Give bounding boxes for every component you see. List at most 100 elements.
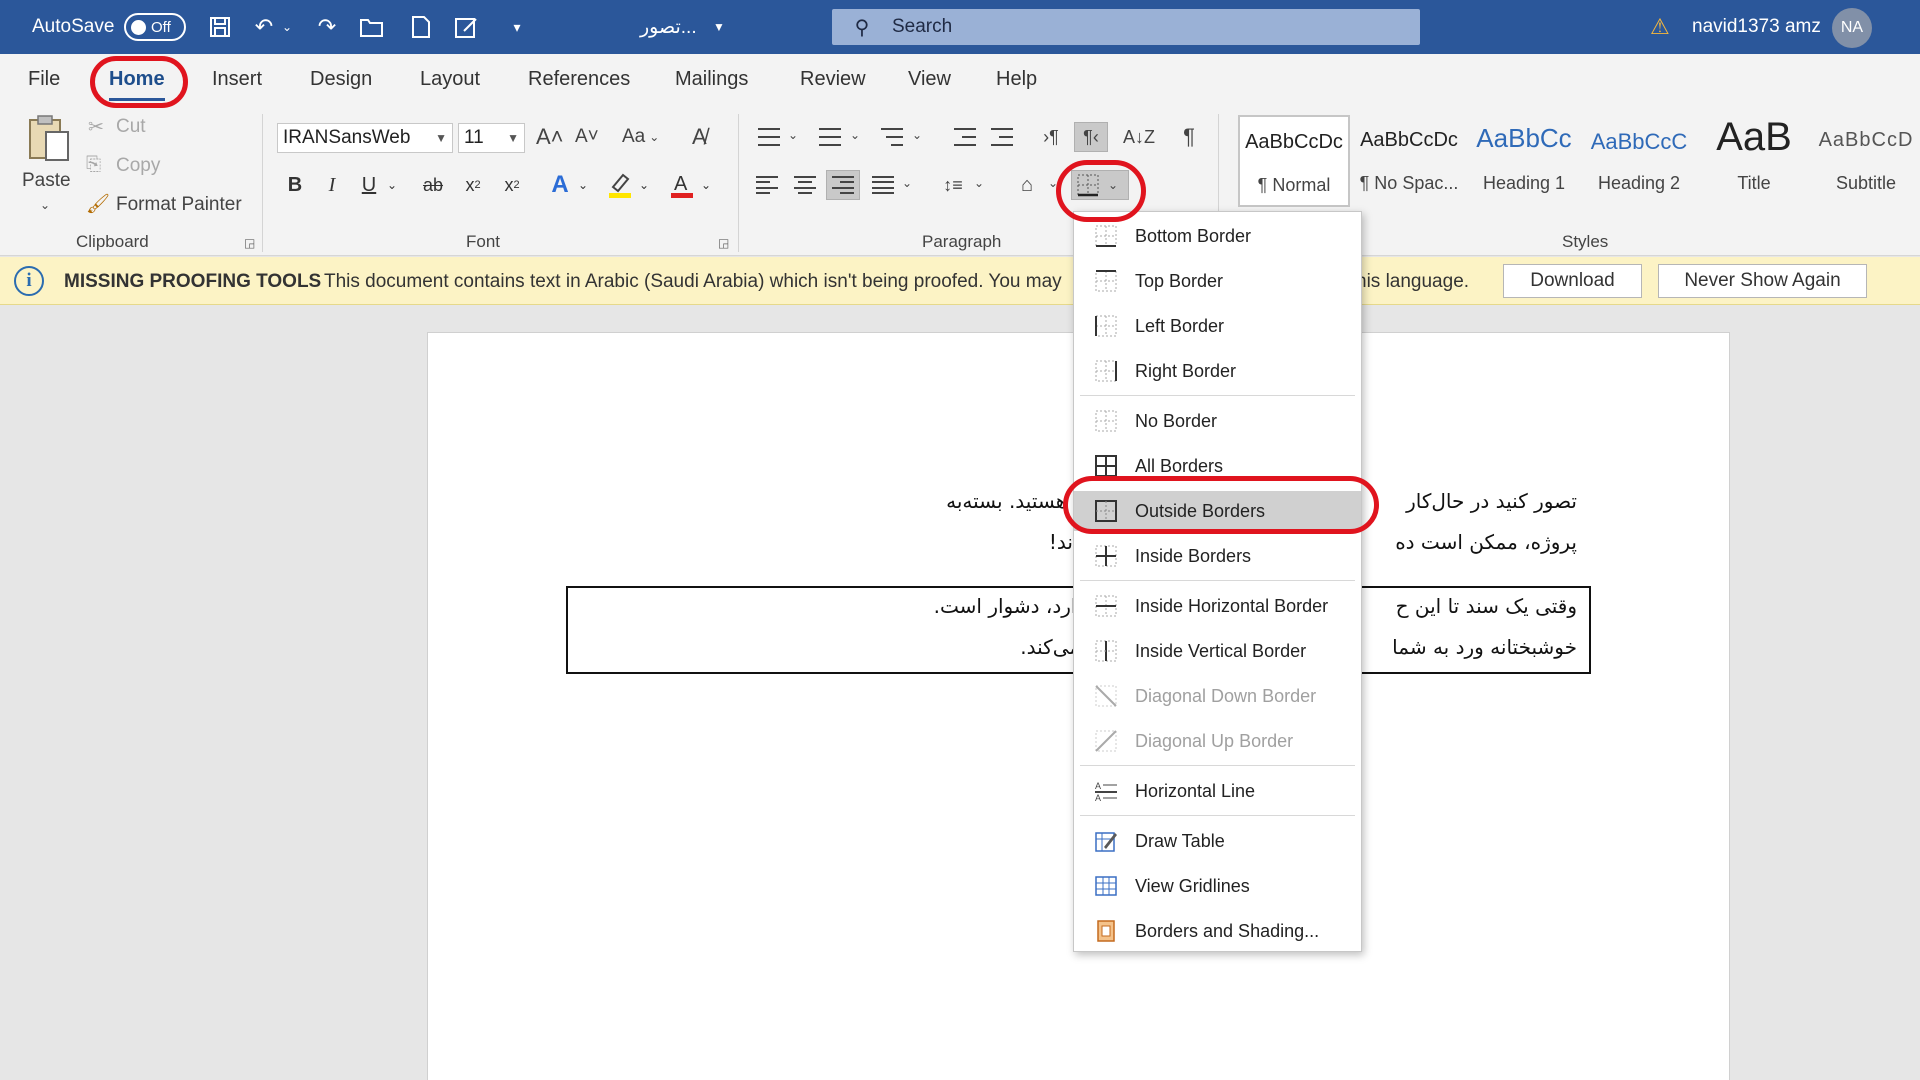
subscript-icon[interactable]: x2 xyxy=(458,170,488,200)
menu-item-inside-borders[interactable]: Inside Borders xyxy=(1074,536,1361,576)
style-subtitle[interactable]: AaBbCcD Subtitle xyxy=(1812,115,1920,207)
menu-item-diagonal-up-border[interactable]: Diagonal Up Border xyxy=(1074,721,1361,761)
tab-help[interactable]: Help xyxy=(996,68,1037,91)
align-left-icon[interactable] xyxy=(750,170,784,200)
change-case-button[interactable]: Aa ⌄ xyxy=(622,126,659,148)
search-input[interactable]: ⚲ Search xyxy=(832,9,1420,45)
text-effects-icon[interactable]: A xyxy=(545,170,575,200)
customize-toolbar-icon[interactable]: ▾ xyxy=(502,13,532,41)
menu-item-diagonal-down-border[interactable]: Diagonal Down Border xyxy=(1074,676,1361,716)
menu-item-view-gridlines[interactable]: View Gridlines xyxy=(1074,866,1361,906)
style-no-spacing[interactable]: AaBbCcDc ¶ No Spac... xyxy=(1353,115,1465,207)
align-right-icon[interactable] xyxy=(826,170,860,200)
justify-icon[interactable] xyxy=(866,170,900,200)
decrease-indent-icon[interactable] xyxy=(948,122,982,152)
numbering-dropdown-icon[interactable]: ⌄ xyxy=(850,128,860,142)
style-preview: AaBbCcDc xyxy=(1360,129,1458,151)
bold-icon[interactable]: B xyxy=(280,170,310,200)
never-show-again-button[interactable]: Never Show Again xyxy=(1658,264,1867,298)
menu-item-label: Draw Table xyxy=(1135,830,1225,851)
menu-item-no-border[interactable]: No Border xyxy=(1074,401,1361,441)
menu-item-label: Top Border xyxy=(1135,270,1224,291)
line-spacing-dropdown-icon[interactable]: ⌄ xyxy=(974,176,984,190)
menu-item-horizontal-line[interactable]: AA Horizontal Line xyxy=(1074,771,1361,811)
shading-icon[interactable]: ⌂ xyxy=(1010,170,1044,200)
tab-references[interactable]: References xyxy=(528,68,630,91)
multilevel-list-icon[interactable] xyxy=(875,122,909,152)
shrink-font-icon[interactable]: A˅ xyxy=(575,126,599,148)
show-formatting-marks-icon[interactable]: ¶ xyxy=(1172,122,1206,152)
menu-item-inside-horizontal-border[interactable]: Inside Horizontal Border xyxy=(1074,586,1361,626)
font-launcher-icon[interactable]: ◲ xyxy=(718,236,729,250)
new-document-icon[interactable] xyxy=(406,13,436,41)
text-effects-dropdown-icon[interactable]: ⌄ xyxy=(575,170,591,200)
download-button[interactable]: Download xyxy=(1503,264,1642,298)
grow-font-icon[interactable]: A˄ xyxy=(536,124,564,150)
document-title[interactable]: تصور... xyxy=(640,0,697,54)
style-title[interactable]: AaB Title xyxy=(1698,115,1810,207)
clear-formatting-icon[interactable]: A̸ xyxy=(692,124,707,150)
warning-icon[interactable]: ⚠ xyxy=(1650,0,1670,54)
cut-button[interactable]: Cut xyxy=(116,116,146,138)
undo-icon[interactable]: ↶ xyxy=(249,13,279,41)
menu-item-bottom-border[interactable]: Bottom Border xyxy=(1074,216,1361,256)
style-heading-1[interactable]: AaBbCc Heading 1 xyxy=(1468,115,1580,207)
font-color-icon[interactable]: A xyxy=(667,170,697,200)
avatar[interactable]: NA xyxy=(1832,8,1872,48)
clipboard-launcher-icon[interactable]: ◲ xyxy=(244,236,255,250)
format-painter-button[interactable]: Format Painter xyxy=(116,194,242,216)
tab-layout[interactable]: Layout xyxy=(420,68,480,91)
justify-dropdown-icon[interactable]: ⌄ xyxy=(902,176,912,190)
tab-file[interactable]: File xyxy=(28,68,60,91)
user-name[interactable]: navid1373 amz xyxy=(1692,0,1821,54)
multilevel-dropdown-icon[interactable]: ⌄ xyxy=(912,128,922,142)
save-icon[interactable] xyxy=(205,13,235,41)
paste-dropdown-icon[interactable]: ⌄ xyxy=(40,198,50,212)
bullets-icon[interactable] xyxy=(752,122,786,152)
font-color-dropdown-icon[interactable]: ⌄ xyxy=(698,170,714,200)
paste-button[interactable]: Paste xyxy=(22,170,71,192)
underline-icon[interactable]: U xyxy=(354,170,384,200)
style-normal[interactable]: AaBbCcDc ¶ Normal xyxy=(1238,115,1350,207)
font-size-box[interactable]: 11 ▼ xyxy=(458,123,525,153)
ltr-direction-icon[interactable]: ›¶ xyxy=(1034,122,1068,152)
align-center-icon[interactable] xyxy=(788,170,822,200)
edit-document-icon[interactable] xyxy=(452,13,482,41)
style-preview: AaBbCc xyxy=(1476,123,1572,153)
menu-item-left-border[interactable]: Left Border xyxy=(1074,306,1361,346)
menu-item-inside-vertical-border[interactable]: Inside Vertical Border xyxy=(1074,631,1361,671)
menu-item-borders-and-shading[interactable]: Borders and Shading... xyxy=(1074,911,1361,951)
menu-item-right-border[interactable]: Right Border xyxy=(1074,351,1361,391)
autosave-toggle[interactable]: Off xyxy=(124,13,186,41)
message-text-end: his language. xyxy=(1356,271,1470,292)
tab-review[interactable]: Review xyxy=(800,68,866,91)
undo-dropdown-icon[interactable]: ⌄ xyxy=(279,13,295,41)
highlight-dropdown-icon[interactable]: ⌄ xyxy=(636,170,652,200)
rtl-direction-icon[interactable]: ¶‹ xyxy=(1074,122,1108,152)
numbering-icon[interactable] xyxy=(813,122,847,152)
style-heading-2[interactable]: AaBbCcC Heading 2 xyxy=(1583,115,1695,207)
highlight-icon[interactable] xyxy=(605,170,635,200)
font-name-box[interactable]: IRANSansWeb ▼ xyxy=(277,123,453,153)
italic-icon[interactable]: I xyxy=(317,170,347,200)
increase-indent-icon[interactable] xyxy=(985,122,1019,152)
underline-dropdown-icon[interactable]: ⌄ xyxy=(384,170,400,200)
copy-button[interactable]: Copy xyxy=(116,155,160,177)
tab-design[interactable]: Design xyxy=(310,68,372,91)
redo-icon[interactable]: ↷ xyxy=(312,13,342,41)
title-dropdown-icon[interactable]: ▼ xyxy=(704,13,734,41)
bullets-dropdown-icon[interactable]: ⌄ xyxy=(788,128,798,142)
open-folder-icon[interactable] xyxy=(357,13,387,41)
borders-dropdown-menu: Bottom Border Top Border Left Border Rig… xyxy=(1073,211,1362,952)
tab-mailings[interactable]: Mailings xyxy=(675,68,748,91)
superscript-icon[interactable]: x2 xyxy=(497,170,527,200)
sort-icon[interactable]: A↓Z xyxy=(1122,122,1156,152)
line-spacing-icon[interactable]: ↕≡ xyxy=(936,170,970,200)
strikethrough-icon[interactable]: ab xyxy=(418,170,448,200)
menu-item-top-border[interactable]: Top Border xyxy=(1074,261,1361,301)
tab-insert[interactable]: Insert xyxy=(212,68,262,91)
menu-item-draw-table[interactable]: Draw Table xyxy=(1074,821,1361,861)
paragraph-group-label: Paragraph xyxy=(922,232,1002,251)
tab-view[interactable]: View xyxy=(908,68,951,91)
paste-icon[interactable] xyxy=(26,114,72,164)
